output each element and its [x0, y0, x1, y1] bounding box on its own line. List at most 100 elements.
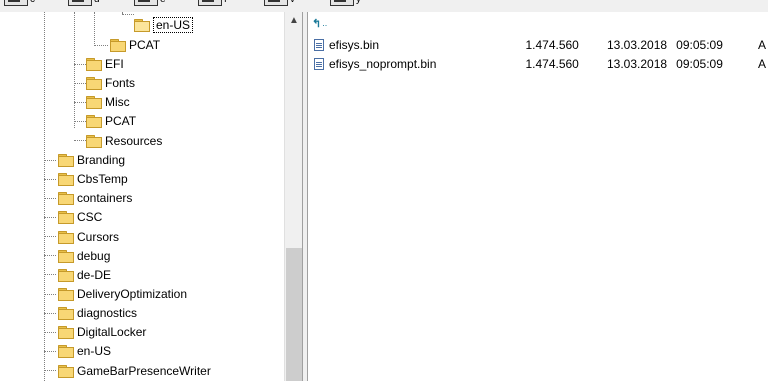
scroll-thumb[interactable]: [286, 248, 302, 381]
tree-item-cbstemp[interactable]: CbsTemp: [58, 170, 128, 188]
tree-scrollbar[interactable]: ▲: [284, 12, 303, 381]
folder-tree[interactable]: en-US PCAT EFI Fonts Misc PCAT Resources: [0, 12, 284, 381]
tree-item-csc[interactable]: CSC: [58, 208, 102, 226]
tree-connector: [44, 313, 56, 314]
tree-connector: [44, 274, 56, 275]
tree-item-label: Resources: [105, 134, 163, 148]
folder-icon: [86, 135, 102, 148]
drive-icon: [4, 0, 28, 6]
tree-connector: [74, 83, 86, 84]
tree-item-gamebarpresencewriter[interactable]: GameBarPresenceWriter: [58, 362, 211, 380]
tree-item-label: Misc: [105, 95, 130, 109]
tree-item-misc[interactable]: Misc: [86, 93, 130, 111]
drive-button-c[interactable]: c: [4, 0, 35, 9]
folder-icon: [86, 96, 102, 109]
drive-letter: c: [30, 0, 35, 5]
folder-icon: [86, 77, 102, 90]
tree-item-label: DeliveryOptimization: [77, 287, 188, 301]
file-icon: [314, 58, 324, 70]
tree-connector: [74, 121, 86, 122]
drive-icon: [134, 0, 158, 6]
tree-item-efi[interactable]: EFI: [86, 55, 124, 73]
tree-item-en-us[interactable]: en-US: [58, 342, 111, 360]
drive-letter: e: [160, 0, 166, 5]
tree-item-diagnostics[interactable]: diagnostics: [58, 304, 137, 322]
tree-item-debug[interactable]: debug: [58, 247, 110, 265]
scroll-up-arrow-icon[interactable]: ▲: [285, 12, 303, 29]
tree-connector: [44, 370, 56, 371]
folder-icon: [110, 39, 126, 52]
tree-connector: [74, 12, 75, 128]
tree-item-label: de-DE: [77, 268, 112, 282]
folder-icon: [58, 154, 74, 167]
parent-directory-label: ..: [322, 18, 328, 28]
tree-item-label: debug: [77, 249, 111, 263]
tree-connector: [74, 102, 86, 103]
drive-button-f[interactable]: f: [198, 0, 227, 9]
drive-button-y[interactable]: y: [330, 0, 361, 9]
drive-button-v[interactable]: v: [264, 0, 295, 9]
tree-item-cursors[interactable]: Cursors: [58, 228, 119, 246]
file-list[interactable]: ↰ .. efisys.bin 1.474.560 13.03.2018 09:…: [308, 12, 768, 381]
tree-connector: [74, 140, 86, 141]
tree-item-label: en-US: [77, 344, 112, 358]
tree-item-label: EFI: [105, 57, 124, 71]
drive-letter: y: [356, 0, 361, 5]
tree-item-label: en-US: [153, 17, 194, 33]
tree-item-label: Fonts: [105, 76, 136, 90]
tree-connector: [122, 14, 134, 15]
folder-icon: [58, 326, 74, 339]
tree-item-label: PCAT: [129, 38, 161, 52]
file-name: efisys_noprompt.bin: [329, 57, 437, 71]
drive-icon: [198, 0, 222, 6]
tree-connector: [94, 12, 95, 46]
folder-icon: [58, 365, 74, 378]
file-attributes: A: [757, 57, 766, 71]
tree-item-label: diagnostics: [77, 306, 138, 320]
tree-item-label: CSC: [77, 210, 103, 224]
tree-item-label: PCAT: [105, 114, 137, 128]
tree-connector: [44, 160, 56, 161]
folder-icon: [58, 250, 74, 263]
tree-connector: [44, 179, 56, 180]
folder-open-icon: [134, 19, 150, 32]
tree-item-en-us-selected[interactable]: en-US: [134, 16, 194, 34]
folder-icon: [58, 211, 74, 224]
tree-item-fonts[interactable]: Fonts: [86, 74, 135, 92]
tree-item-branding[interactable]: Branding: [58, 151, 125, 169]
folder-icon: [58, 231, 74, 244]
folder-icon: [58, 307, 74, 320]
drive-bar: c d e f v y: [0, 0, 768, 12]
tree-item-deliveryoptimization[interactable]: DeliveryOptimization: [58, 285, 187, 303]
folder-icon: [58, 345, 74, 358]
up-arrow-icon: ↰: [312, 17, 322, 30]
tree-item-pcat[interactable]: PCAT: [86, 112, 136, 130]
drive-icon: [68, 0, 92, 6]
parent-directory-row[interactable]: ↰ ..: [312, 16, 327, 30]
folder-icon: [58, 288, 74, 301]
file-date: 13.03.2018: [606, 57, 668, 71]
file-size: 1.474.560: [525, 38, 579, 52]
tree-connector: [74, 64, 86, 65]
tree-item-containers[interactable]: containers: [58, 189, 132, 207]
tree-item-pcat[interactable]: PCAT: [110, 36, 160, 54]
folder-icon: [86, 58, 102, 71]
tree-item-resources[interactable]: Resources: [86, 132, 162, 150]
drive-letter: d: [94, 0, 100, 5]
tree-connector: [44, 198, 56, 199]
tree-connector: [94, 45, 108, 46]
tree-connector: [44, 332, 56, 333]
file-row[interactable]: efisys.bin 1.474.560 13.03.2018 09:05:09…: [314, 36, 766, 54]
tree-connector: [44, 294, 56, 295]
tree-item-digitallocker[interactable]: DigitalLocker: [58, 323, 146, 341]
drive-icon: [264, 0, 288, 6]
tree-connector: [44, 217, 56, 218]
drive-button-d[interactable]: d: [68, 0, 100, 9]
tree-item-de-de[interactable]: de-DE: [58, 266, 111, 284]
tree-item-label: containers: [77, 191, 133, 205]
file-icon: [314, 39, 324, 51]
file-size: 1.474.560: [525, 57, 579, 71]
file-row[interactable]: efisys_noprompt.bin 1.474.560 13.03.2018…: [314, 55, 766, 73]
drive-button-e[interactable]: e: [134, 0, 166, 9]
tree-item-label: CbsTemp: [77, 172, 128, 186]
